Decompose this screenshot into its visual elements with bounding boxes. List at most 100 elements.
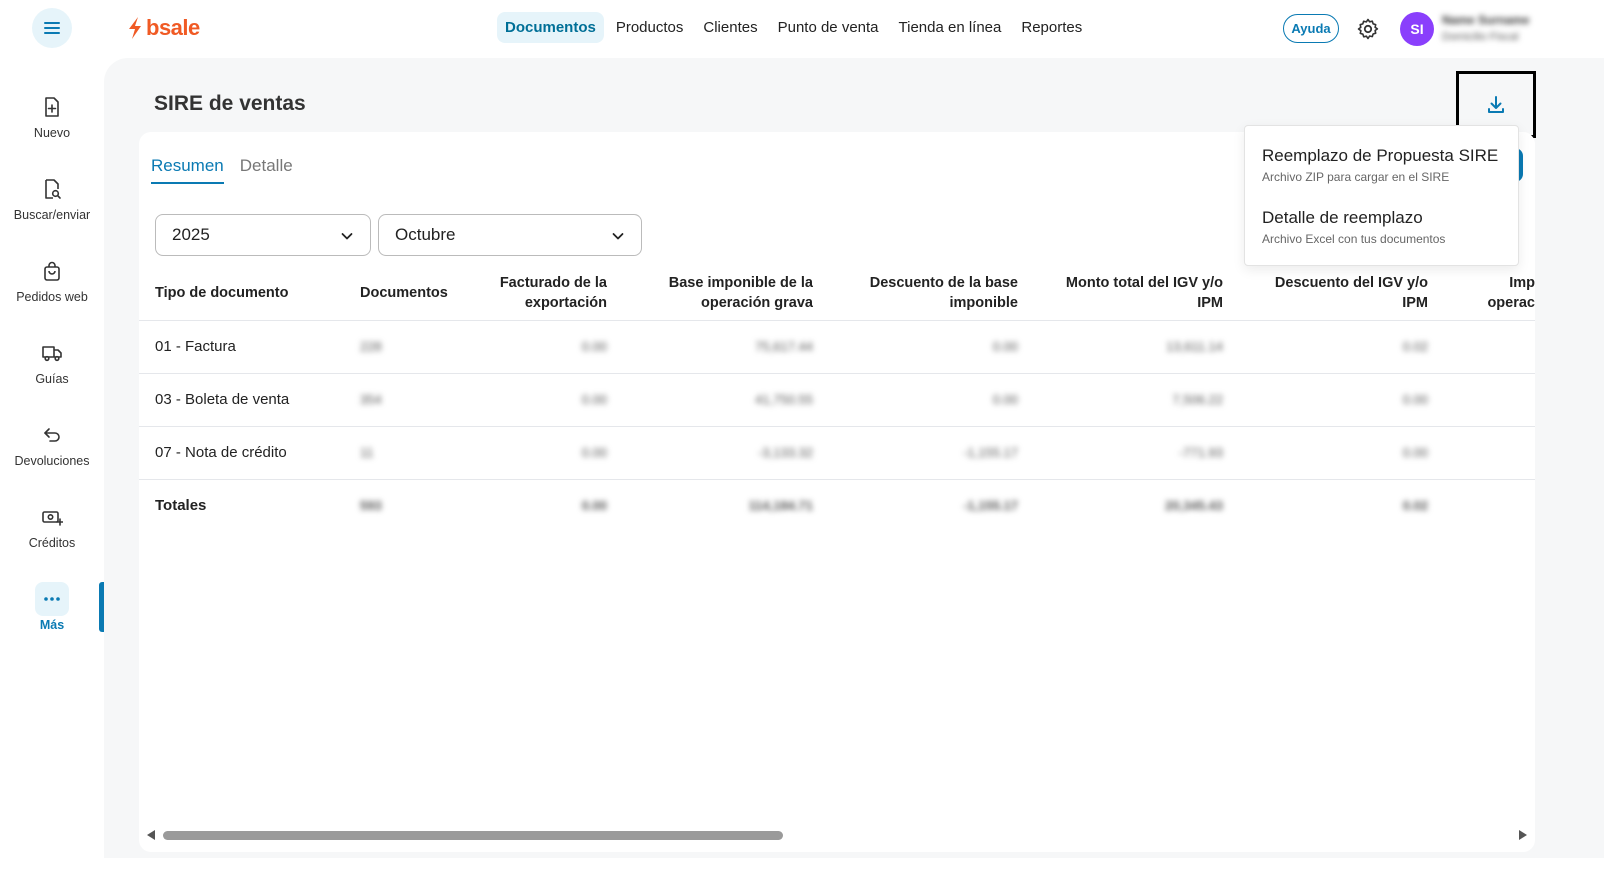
horizontal-scrollbar[interactable] — [139, 826, 1535, 844]
column-header[interactable]: Imp operac — [1440, 266, 1535, 321]
user-name[interactable]: Name Surname — [1442, 13, 1529, 27]
sidebar-item-creditos[interactable]: Créditos — [0, 500, 104, 570]
value-cell: 13,611.14 — [1030, 320, 1235, 374]
nav-punto-de-venta[interactable]: Punto de venta — [770, 12, 887, 43]
menu-icon — [44, 22, 60, 34]
sidebar-label: Pedidos web — [16, 290, 88, 304]
hamburger-menu-button[interactable] — [32, 8, 72, 48]
menu-item-subtitle: Archivo ZIP para cargar en el SIRE — [1262, 170, 1450, 184]
scrollbar-thumb[interactable] — [163, 831, 783, 840]
shopping-bag-icon — [44, 261, 60, 281]
chevron-down-icon — [341, 233, 353, 240]
sidebar-label: Devoluciones — [14, 454, 90, 468]
sidebar-item-guias[interactable]: Guías — [0, 336, 104, 406]
value-cell: 11 — [344, 426, 474, 480]
truck-icon — [42, 346, 62, 362]
value-cell: 228 — [344, 320, 474, 374]
sidebar-item-mas[interactable]: Más — [0, 582, 104, 652]
column-header[interactable]: Monto total del IGV y/o IPM — [1030, 266, 1235, 321]
sidebar-item-nuevo[interactable]: Nuevo — [0, 90, 104, 160]
value-cell: 354 — [344, 373, 474, 427]
download-dropdown-menu: Reemplazo de Propuesta SIRE Archivo ZIP … — [1244, 125, 1519, 266]
month-select[interactable]: Octubre — [378, 214, 642, 256]
sidebar-label: Buscar/enviar — [13, 208, 91, 222]
tab-resumen[interactable]: Resumen — [151, 156, 224, 184]
tab-detalle[interactable]: Detalle — [240, 156, 293, 184]
year-select[interactable]: 2025 — [155, 214, 371, 256]
main-nav: Documentos Productos Clientes Punto de v… — [497, 12, 1090, 43]
gear-icon[interactable] — [1356, 17, 1380, 41]
menu-item-reemplazo-propuesta[interactable]: Reemplazo de Propuesta SIRE Archivo ZIP … — [1262, 146, 1498, 184]
value-cell: 0.00 — [581, 498, 607, 514]
menu-item-title: Reemplazo de Propuesta SIRE — [1262, 146, 1499, 165]
column-header[interactable]: Facturado de la exportación — [474, 266, 619, 321]
value-cell: 0.00 — [1235, 426, 1440, 480]
column-header[interactable]: Base imponible de la operación grava — [619, 266, 825, 321]
value-cell: -771.93 — [1030, 426, 1235, 480]
value-cell: 0.00 — [474, 320, 619, 374]
return-arrow-icon — [44, 428, 60, 442]
scroll-right-arrow-icon[interactable] — [1519, 830, 1527, 840]
menu-item-subtitle: Archivo Excel con tus documentos — [1262, 232, 1446, 246]
page-title: SIRE de ventas — [154, 92, 306, 115]
totals-label: Totales — [155, 497, 207, 515]
value-cell: 0.02 — [1402, 498, 1428, 514]
table-row: 01 - Factura 228 0.00 75,617.44 0.00 13,… — [139, 320, 1535, 374]
table-row: 07 - Nota de crédito 11 0.00 -3,133.32 -… — [139, 426, 1535, 480]
nav-documentos[interactable]: Documentos — [497, 12, 604, 43]
nav-productos[interactable]: Productos — [608, 12, 692, 43]
sidebar-item-devoluciones[interactable]: Devoluciones — [0, 418, 104, 488]
cash-plus-icon — [42, 511, 63, 526]
column-header[interactable]: Documentos — [344, 266, 474, 321]
menu-item-detalle-reemplazo[interactable]: Detalle de reemplazo Archivo Excel con t… — [1262, 208, 1445, 246]
value-cell: -3,133.32 — [619, 426, 825, 480]
lightning-logo-icon — [129, 17, 141, 39]
scroll-left-arrow-icon[interactable] — [147, 830, 155, 840]
value-cell: 593 — [360, 498, 382, 514]
bsale-logo[interactable]: bsale — [126, 15, 200, 41]
doc-type-cell: 07 - Nota de crédito — [139, 426, 344, 480]
menu-item-title: Detalle de reemplazo — [1262, 208, 1423, 227]
table-header-row: Tipo de documento Documentos Facturado d… — [139, 266, 1535, 321]
sidebar-label: Créditos — [28, 536, 76, 550]
user-subtitle: Domicilio Fiscal — [1442, 31, 1519, 43]
sidebar-label: Guías — [35, 372, 69, 386]
value-cell: 0.00 — [474, 373, 619, 427]
file-search-icon — [45, 179, 61, 199]
nav-tienda-en-linea[interactable]: Tienda en línea — [891, 12, 1010, 43]
sidebar-item-pedidos-web[interactable]: Pedidos web — [0, 254, 104, 324]
doc-type-cell: 03 - Boleta de venta — [139, 373, 344, 427]
logo-text: bsale — [146, 15, 200, 40]
value-cell: -1,155.17 — [963, 498, 1018, 514]
download-icon — [1488, 95, 1504, 113]
column-header[interactable]: Descuento del IGV y/o IPM — [1235, 266, 1440, 321]
sidebar-item-buscar-enviar[interactable]: Buscar/enviar — [0, 172, 104, 242]
column-header[interactable]: Descuento de la base imponible — [825, 266, 1030, 321]
value-cell: 0.00 — [825, 320, 1030, 374]
value-cell: 0.00 — [474, 426, 619, 480]
table-row: 03 - Boleta de venta 354 0.00 41,750.55 … — [139, 373, 1535, 427]
sidebar-label: Más — [39, 618, 65, 632]
avatar[interactable]: SI — [1400, 12, 1434, 46]
nav-clientes[interactable]: Clientes — [695, 12, 765, 43]
more-dots-icon — [44, 597, 60, 601]
chevron-down-icon — [612, 233, 624, 240]
help-button[interactable]: Ayuda — [1283, 14, 1339, 43]
column-header[interactable]: Tipo de documento — [139, 266, 344, 321]
sidebar: Nuevo Buscar/enviar Pedidos web Guías De… — [0, 58, 104, 880]
totals-row: Totales 593 0.00 114,184.71 -1,155.17 20… — [139, 479, 1535, 532]
value-cell: 0.00 — [1235, 373, 1440, 427]
nav-reportes[interactable]: Reportes — [1013, 12, 1090, 43]
value-cell: 75,617.44 — [619, 320, 825, 374]
summary-table: Tipo de documento Documentos Facturado d… — [139, 266, 1535, 532]
value-cell: 0.02 — [1235, 320, 1440, 374]
year-select-value: 2025 — [172, 225, 210, 244]
top-bar: bsale Documentos Productos Clientes Punt… — [0, 0, 1612, 58]
value-cell: 114,184.71 — [748, 498, 813, 514]
value-cell: 0.00 — [825, 373, 1030, 427]
doc-type-cell: 01 - Factura — [139, 320, 344, 374]
value-cell: 41,750.55 — [619, 373, 825, 427]
file-plus-icon — [45, 97, 59, 117]
value-cell: -1,155.17 — [825, 426, 1030, 480]
tabs: Resumen Detalle — [151, 156, 293, 184]
